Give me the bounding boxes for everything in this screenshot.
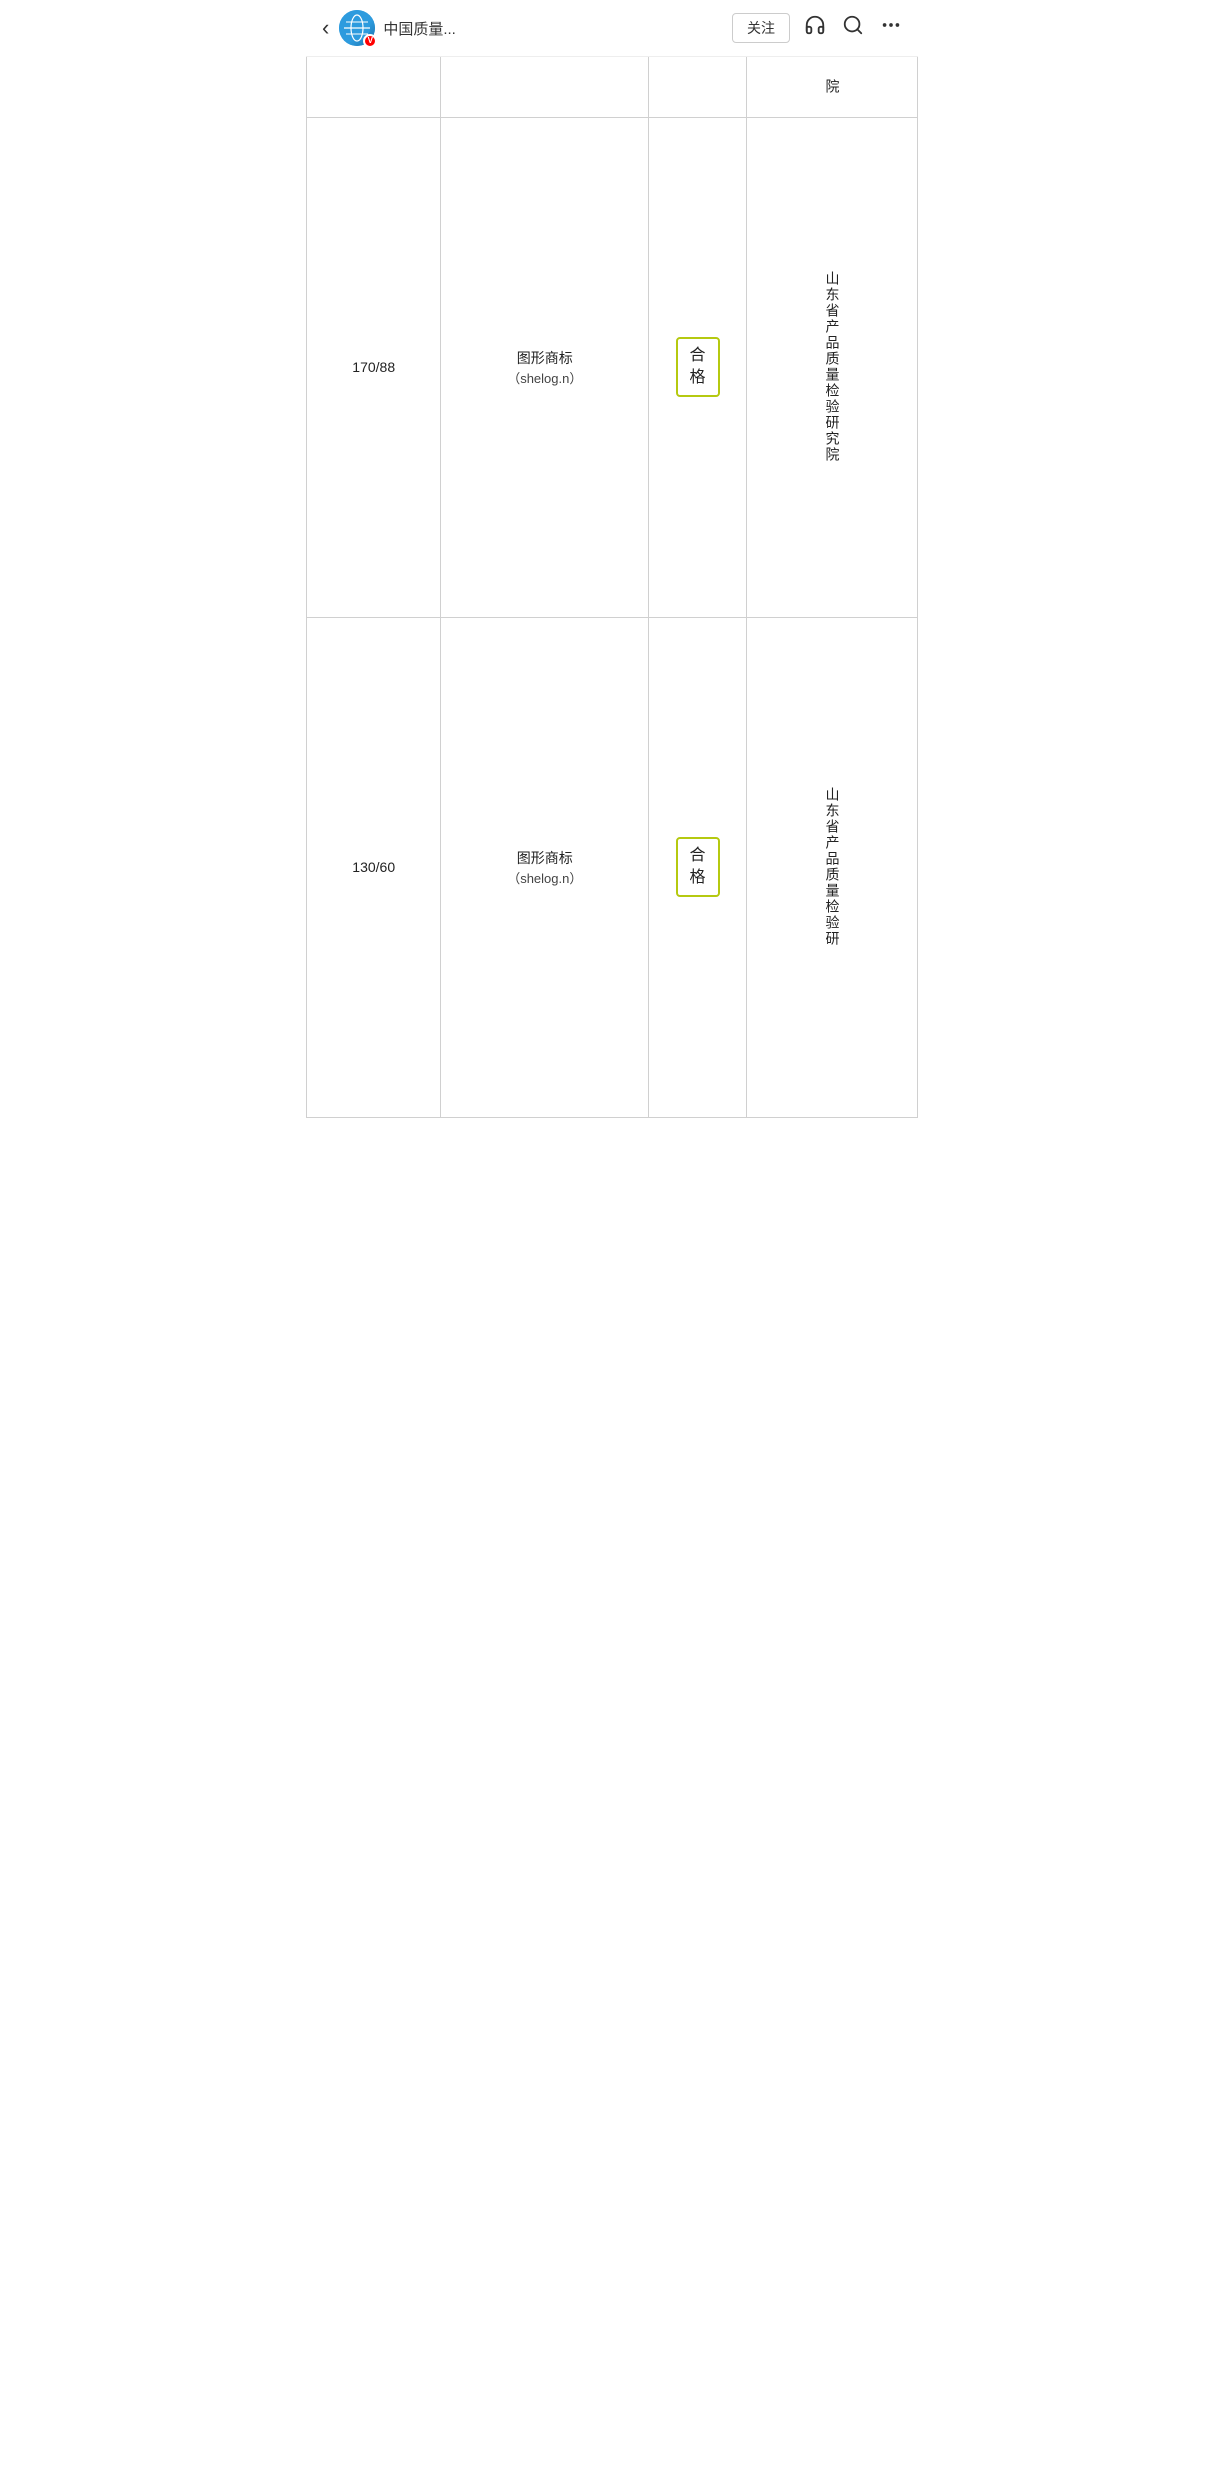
result-badge-1: 合格 xyxy=(676,337,720,398)
org-partial-text: 院 xyxy=(825,79,841,95)
mark-sub-1: （shelog.n） xyxy=(449,368,640,387)
result-badge-2: 合格 xyxy=(676,837,720,898)
org-text-1: 山东省产品质量检验研究院 xyxy=(825,271,841,463)
cell-size-2: 130/60 xyxy=(307,617,441,1117)
account-name: 中国质量... xyxy=(383,18,732,39)
cell-result-2: 合格 xyxy=(649,617,747,1117)
search-icon[interactable] xyxy=(842,14,864,42)
mark-text-1: 图形商标 xyxy=(449,348,640,368)
cell-result-partial xyxy=(649,57,747,117)
cell-org-1: 山东省产品质量检验研究院 xyxy=(746,117,917,617)
table-row: 170/88 图形商标 （shelog.n） 合格 山东省产品质量检验研究院 xyxy=(307,117,918,617)
cell-mark-partial xyxy=(441,57,649,117)
data-table: 院 170/88 图形商标 （shelog.n） 合格 山东省产 xyxy=(306,57,918,1118)
more-icon[interactable] xyxy=(880,14,902,42)
table-row-partial: 院 xyxy=(307,57,918,117)
cell-mark-2: 图形商标 （shelog.n） xyxy=(441,617,649,1117)
nav-bar: ‹ V 中国质量... 关注 xyxy=(306,0,918,57)
mark-text-2: 图形商标 xyxy=(449,848,640,868)
cell-org-2: 山东省产品质量检验研 xyxy=(746,617,917,1117)
cell-mark-1: 图形商标 （shelog.n） xyxy=(441,117,649,617)
avatar: V xyxy=(339,10,375,46)
avatar-badge: V xyxy=(363,34,377,48)
org-text-2: 山东省产品质量检验研 xyxy=(825,787,841,947)
cell-result-1: 合格 xyxy=(649,117,747,617)
cell-org-partial: 院 xyxy=(746,57,917,117)
mark-sub-2: （shelog.n） xyxy=(449,868,640,887)
nav-icons xyxy=(804,14,902,42)
headphone-icon[interactable] xyxy=(804,14,826,42)
follow-button[interactable]: 关注 xyxy=(732,13,790,43)
cell-size-partial xyxy=(307,57,441,117)
cell-size-1: 170/88 xyxy=(307,117,441,617)
back-button[interactable]: ‹ xyxy=(322,17,329,39)
table-row: 130/60 图形商标 （shelog.n） 合格 山东省产品质量检验研 xyxy=(307,617,918,1117)
